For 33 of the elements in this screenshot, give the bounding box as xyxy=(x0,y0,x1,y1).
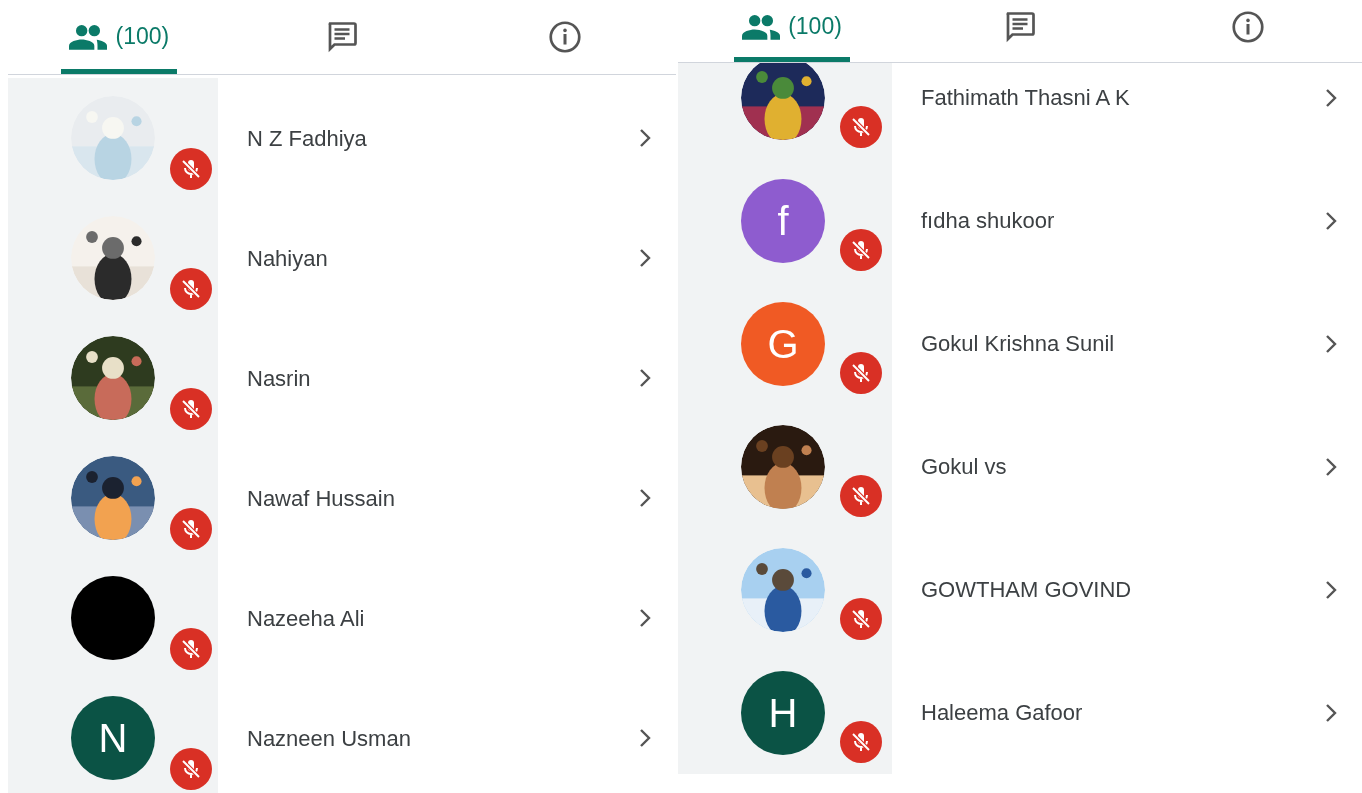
chevron-icon[interactable] xyxy=(638,127,652,149)
participant-name[interactable]: Fathimath Thasni A K xyxy=(921,81,1130,114)
participant-name[interactable]: fıdha shukoor xyxy=(921,204,1055,237)
participant-name[interactable]: Nazeeha Ali xyxy=(247,601,365,635)
chevron-icon[interactable] xyxy=(638,247,652,269)
participant-name[interactable]: Gokul Krishna Sunil xyxy=(921,327,1115,360)
people-tab[interactable]: (100) xyxy=(61,0,178,74)
people-icon xyxy=(69,23,108,50)
chevron-icon[interactable] xyxy=(1324,332,1338,355)
avatar: f xyxy=(741,178,825,263)
chevron-icon[interactable] xyxy=(1324,701,1338,724)
participant-name[interactable]: N Z Fadhiya xyxy=(247,121,367,155)
info-icon xyxy=(546,18,583,55)
chevron-icon[interactable] xyxy=(638,727,652,749)
info-icon xyxy=(1230,8,1266,45)
chevron-icon[interactable] xyxy=(1324,578,1338,601)
people-icon xyxy=(742,13,781,40)
participant-name[interactable]: Nazneen Usman xyxy=(247,721,411,755)
chevron-icon[interactable] xyxy=(1324,209,1338,232)
chevron-icon[interactable] xyxy=(638,487,652,509)
avatar: H xyxy=(741,670,825,755)
participant-name[interactable]: Nahiyan xyxy=(247,241,328,275)
participant-name[interactable]: Gokul vs xyxy=(921,450,1007,483)
avatar: G xyxy=(741,301,825,386)
participant-name[interactable]: GOWTHAM GOVIND xyxy=(921,573,1132,606)
chevron-icon[interactable] xyxy=(1324,455,1338,478)
participant-name[interactable]: Nasrin xyxy=(247,361,311,395)
chevron-icon[interactable] xyxy=(1324,86,1338,109)
avatar: N xyxy=(71,696,155,780)
chevron-icon[interactable] xyxy=(638,607,652,629)
participant-name[interactable]: Haleema Gafoor xyxy=(921,696,1083,729)
chevron-icon[interactable] xyxy=(638,367,652,389)
participant-name[interactable]: Nawaf Hussain xyxy=(247,481,395,515)
